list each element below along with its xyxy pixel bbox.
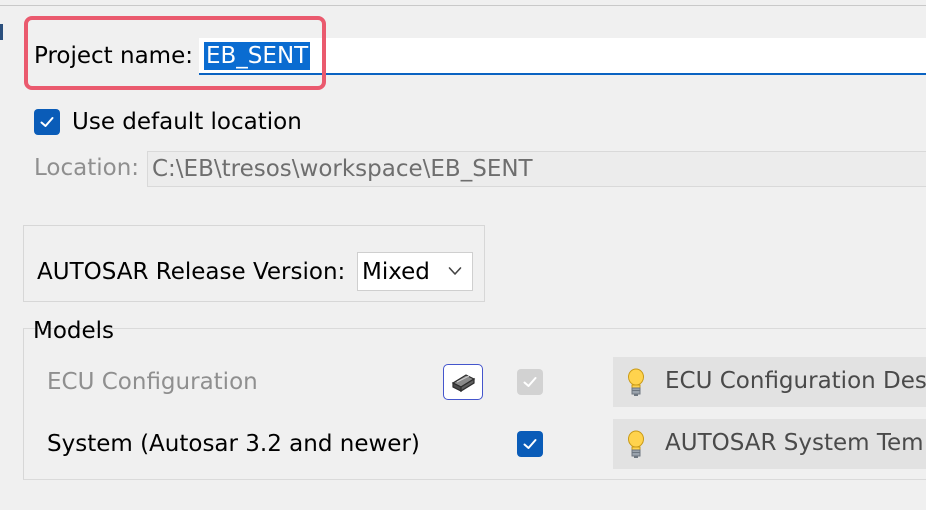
system-label: System (Autosar 3.2 and newer) bbox=[47, 431, 420, 457]
left-edge-marker bbox=[0, 24, 3, 40]
checkmark-icon bbox=[523, 439, 537, 449]
checkmark-icon bbox=[40, 117, 54, 127]
top-divider bbox=[0, 5, 926, 6]
location-value: C:\EB\tresos\workspace\EB_SENT bbox=[152, 156, 533, 182]
system-checkbox[interactable] bbox=[517, 431, 543, 457]
autosar-version-value: Mixed bbox=[362, 259, 430, 285]
models-title: Models bbox=[33, 318, 115, 344]
use-default-location-checkbox[interactable] bbox=[34, 109, 60, 135]
chevron-down-icon bbox=[448, 267, 462, 275]
ecu-configuration-description: ECU Configuration Des bbox=[613, 357, 926, 407]
system-description-text: AUTOSAR System Tem bbox=[665, 430, 924, 456]
ecu-configuration-label: ECU Configuration bbox=[47, 369, 258, 395]
location-field: C:\EB\tresos\workspace\EB_SENT bbox=[147, 151, 926, 187]
lightbulb-icon bbox=[628, 368, 644, 396]
autosar-version-select[interactable]: Mixed bbox=[357, 252, 473, 291]
checkmark-icon bbox=[523, 377, 537, 387]
lightbulb-icon bbox=[628, 430, 644, 458]
ecu-configuration-description-text: ECU Configuration Des bbox=[665, 368, 926, 394]
location-label: Location: bbox=[34, 155, 140, 181]
new-project-dialog: Project name: EB_SENT Use default locati… bbox=[0, 0, 926, 510]
use-default-location-label: Use default location bbox=[72, 109, 302, 135]
system-description: AUTOSAR System Tem bbox=[613, 419, 926, 469]
autosar-version-label: AUTOSAR Release Version: bbox=[37, 259, 346, 285]
chip-icon bbox=[451, 374, 476, 393]
highlight-annotation bbox=[24, 16, 326, 90]
ecu-configuration-icon-button[interactable] bbox=[443, 364, 483, 400]
ecu-configuration-checkbox bbox=[517, 369, 543, 395]
